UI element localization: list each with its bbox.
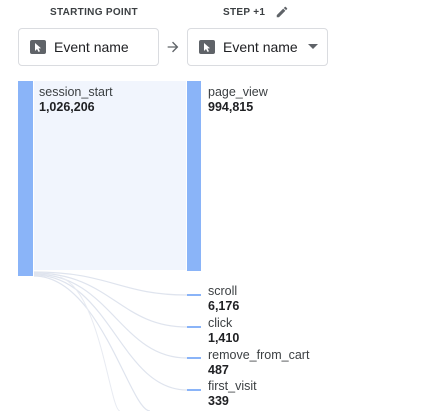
cursor-icon [30, 40, 46, 54]
step-node-bar-remove-from-cart[interactable] [187, 357, 201, 359]
starting-point-selector[interactable]: Event name [18, 28, 159, 66]
pencil-icon [276, 6, 288, 18]
step-node-value: 6,176 [208, 299, 240, 313]
step-node-bar-page-view[interactable] [187, 81, 201, 271]
chevron-down-icon [308, 44, 318, 49]
start-node-bar[interactable] [18, 81, 33, 276]
step-selector-label: Event name [223, 39, 298, 55]
start-node-name: session_start [39, 85, 113, 99]
step-node-value: 339 [208, 394, 229, 408]
arrow-right-icon [165, 39, 181, 55]
cursor-icon [199, 40, 215, 54]
step-node-name: remove_from_cart [208, 348, 310, 362]
edit-step-button[interactable] [274, 4, 290, 20]
step-header: STEP +1 [223, 7, 266, 18]
step-node-value: 487 [208, 363, 229, 377]
step-node-value: 994,815 [208, 100, 254, 114]
step-selector[interactable]: Event name [187, 28, 328, 66]
step-node-name: first_visit [208, 379, 257, 393]
step-node-bar-click[interactable] [187, 326, 201, 328]
step-node-name: click [208, 316, 233, 330]
step-node-bar-scroll[interactable] [187, 294, 201, 296]
starting-point-selector-label: Event name [54, 39, 129, 55]
step-node-name: page_view [208, 85, 268, 99]
start-node-value: 1,026,206 [39, 100, 95, 114]
starting-point-header: STARTING POINT [50, 7, 138, 18]
step-node-value: 1,410 [208, 331, 240, 345]
step-node-bar-first-visit[interactable] [187, 389, 201, 391]
step-node-name: scroll [208, 284, 238, 298]
